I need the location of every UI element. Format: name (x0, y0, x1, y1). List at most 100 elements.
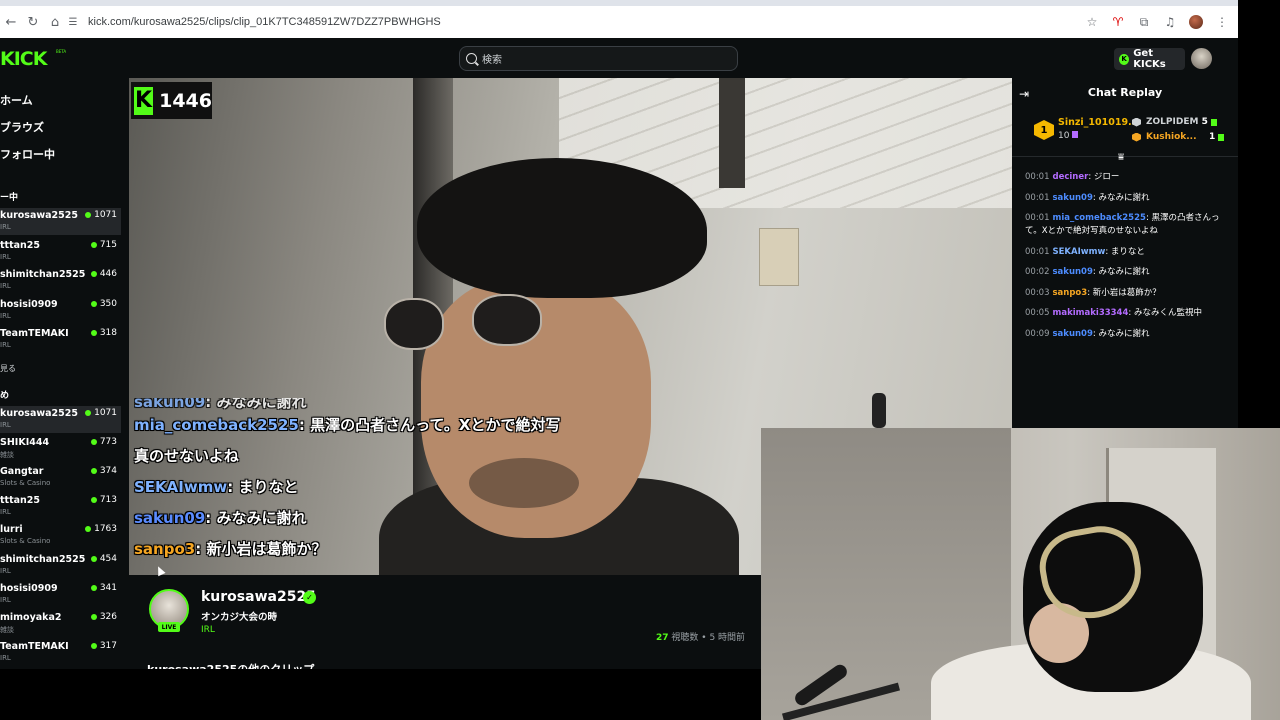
channel-name: TeamTEMAKI (0, 641, 69, 652)
viewer-count: 1071 (85, 408, 117, 418)
leader-entry[interactable]: ZOLPIDEM 5 (1132, 117, 1217, 127)
chat-message: 00:01 mia_comeback2525: 黒澤の凸者さんって。Xとかで絶対写… (1025, 213, 1220, 236)
channel-category: IRL (0, 223, 11, 231)
menu-dots-icon[interactable]: ⋮ (1212, 11, 1232, 33)
viewer-count: 341 (90, 583, 117, 593)
address-bar[interactable]: ☰ kick.com/kurosawa2525/clips/clip_01K7T… (62, 10, 1108, 34)
viewer-count: 446 (90, 269, 117, 279)
recommended-heading: め (0, 391, 10, 401)
url-text: kick.com/kurosawa2525/clips/clip_01K7TC3… (88, 16, 441, 28)
leader-name[interactable]: Sinzi_101019... (1058, 117, 1139, 128)
channel-name: kurosawa2525 (0, 408, 78, 419)
rank-1-badge-icon: 1 (1034, 120, 1054, 140)
viewer-count: 773 (90, 437, 117, 447)
channel-item[interactable]: tttan25 IRL 713 (0, 493, 121, 520)
clip-category[interactable]: IRL (201, 625, 215, 635)
channel-name: hosisi0909 (0, 583, 58, 594)
live-dot-icon (90, 330, 97, 336)
channel-item[interactable]: TeamTEMAKI IRL 317 (0, 639, 121, 666)
channel-name: TeamTEMAKI (0, 328, 69, 339)
beta-badge: BETA (56, 49, 67, 54)
more-clips-heading: kurosawa2525の他のクリップ (147, 661, 314, 669)
gem-icon (1072, 131, 1079, 138)
channel-item[interactable]: lurri Slots & Casino 1763 (0, 522, 121, 549)
leader-entry[interactable]: Kushiok... 1 (1132, 132, 1225, 142)
channel-item[interactable]: shimitchan2525 IRL 446 (0, 267, 121, 294)
channel-name: kurosawa2525 (0, 210, 78, 221)
chat-message: 00:01 SEKAIwmw: まりなと (1025, 246, 1145, 257)
overlay-chat-user: mia_comeback2525 (134, 416, 299, 434)
gift-leaderboard: 1 Sinzi_101019... 10 ZOLPIDEM 5 Kushiok.… (1012, 108, 1238, 150)
user-avatar[interactable] (1191, 48, 1212, 69)
channel-name: lurri (0, 524, 23, 535)
back-icon[interactable]: ← (0, 11, 22, 33)
channel-item[interactable]: Gangtar Slots & Casino 374 (0, 464, 121, 491)
chat-title: Chat Replay (1087, 86, 1163, 99)
leader-count: 10 (1058, 131, 1079, 141)
overlay-chat: sakun09: みなみに謝れ mia_comeback2525: 黒澤の凸者さ… (134, 398, 654, 565)
webcam-overlay (761, 428, 1280, 720)
overlay-chat-text: みなみに謝れ (216, 509, 307, 527)
live-dot-icon (90, 439, 97, 445)
channel-item[interactable]: TeamTEMAKI IRL 318 (0, 326, 121, 353)
channel-category: IRL (0, 341, 11, 349)
sidebar: ホーム ブラウズ フォロー中 ー中 kurosawa2525 IRL 1071 … (0, 78, 128, 669)
overlay-chat-line: mia_comeback2525: 黒澤の凸者さんって。Xとかで絶対写 (134, 416, 561, 434)
channel-item[interactable]: tttan25 IRL 715 (0, 238, 121, 265)
channel-category: IRL (0, 567, 11, 575)
clip-meta: 27 視聴数 • 5 時間前 (656, 633, 746, 643)
site-info-icon[interactable]: ☰ (66, 15, 80, 29)
search-icon (466, 53, 477, 64)
media-controls-icon[interactable]: ♫ (1160, 11, 1180, 33)
viewer-count: 1763 (85, 524, 117, 534)
show-more-link[interactable]: 見る (0, 363, 16, 374)
channel-item[interactable]: hosisi0909 IRL 341 (0, 581, 121, 608)
channel-name: tttan25 (0, 495, 41, 506)
viewer-count: 374 (90, 466, 117, 476)
bookmark-star-icon[interactable]: ☆ (1082, 11, 1102, 33)
kick-logo[interactable]: KICK (0, 48, 47, 70)
sidebar-item-following[interactable]: フォロー中 (0, 146, 55, 162)
reload-icon[interactable]: ↻ (22, 11, 44, 33)
hex-badge-icon (1132, 117, 1141, 127)
channel-item[interactable]: shimitchan2525 IRL 454 (0, 552, 121, 579)
channel-item[interactable]: kurosawa2525 IRL 1071 (0, 208, 121, 235)
chat-message: 00:05 makimaki33344: みなみくん監視中 (1025, 308, 1202, 318)
channel-item[interactable]: SHIKI444 雑談 773 (0, 435, 121, 462)
channel-category: IRL (0, 421, 11, 429)
extensions-puzzle-icon[interactable]: ⧉ (1134, 11, 1154, 33)
sunglasses-lens (472, 294, 542, 346)
viewer-count: 318 (90, 328, 117, 338)
channel-item[interactable]: hosisi0909 IRL 350 (0, 297, 121, 324)
streamer-name[interactable]: kurosawa2525 (201, 589, 316, 605)
channel-category: 雑談 (0, 451, 14, 459)
overlay-chat-user: SEKAIwmw (134, 478, 228, 496)
overlay-chat-line: 真のせないよね (134, 441, 654, 472)
sidebar-item-home[interactable]: ホーム (0, 92, 33, 108)
video-scene-passerby (872, 393, 886, 428)
profile-icon[interactable] (1186, 11, 1206, 33)
channel-item[interactable]: kurosawa2525 IRL 1071 (0, 406, 121, 433)
video-figure-hair (417, 158, 707, 298)
channel-name: SHIKI444 (0, 437, 50, 448)
overlay-chat-user: sakun09 (134, 509, 206, 527)
channel-item[interactable]: mimoyaka2 雑談 326 (0, 610, 121, 637)
sunglasses (384, 294, 584, 358)
chat-message: 00:09 sakun09: みなみに謝れ (1025, 328, 1150, 339)
live-dot-icon (85, 526, 92, 532)
live-dot-icon (90, 643, 97, 649)
channel-name: shimitchan2525 (0, 269, 86, 280)
chat-filter-icon[interactable]: ⩸ (1118, 152, 1124, 163)
viewer-count: 350 (90, 299, 117, 309)
sidebar-item-browse[interactable]: ブラウズ (0, 119, 44, 135)
get-kicks-button[interactable]: K Get KICKs (1114, 48, 1185, 70)
overlay-chat-line: sanpo3: 新小岩は葛飾か？ (134, 540, 327, 558)
channel-category: IRL (0, 253, 11, 261)
live-dot-icon (90, 242, 97, 248)
channel-category: IRL (0, 312, 11, 320)
extension-icon[interactable]: ♈ (1108, 11, 1128, 33)
channel-category: IRL (0, 508, 11, 516)
channel-name: shimitchan2525 (0, 554, 86, 565)
top-navigation: KICK BETA 検索 K Get KICKs (0, 38, 1238, 78)
search-input[interactable]: 検索 (459, 46, 738, 71)
